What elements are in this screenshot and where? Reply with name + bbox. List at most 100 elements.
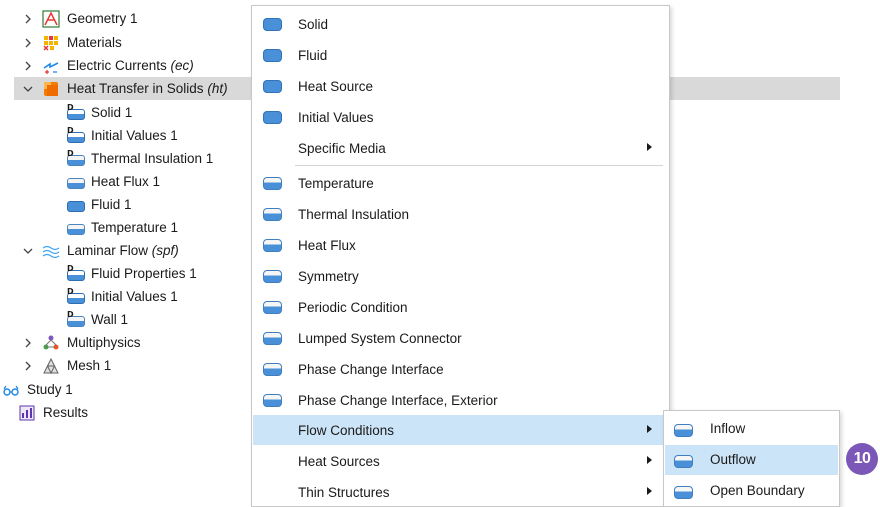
tree-node-results[interactable]: Results — [18, 401, 88, 424]
menu-item-lumped-system-connector[interactable]: Lumped System Connector — [253, 323, 668, 353]
submenu-arrow-icon — [647, 456, 652, 464]
submenu-item-inflow[interactable]: Inflow — [665, 414, 838, 444]
boundary-feature-icon — [263, 361, 283, 377]
menu-item-initial-values[interactable]: Initial Values — [253, 102, 668, 132]
tree-node-label: Fluid Properties 1 — [91, 266, 197, 281]
tree-node-materials[interactable]: Materials — [22, 31, 122, 54]
tree-node-label: Heat Transfer in Solids (ht) — [67, 81, 228, 96]
tree-node-label: Temperature 1 — [91, 220, 179, 235]
tree-node-geometry[interactable]: Geometry 1 — [22, 7, 138, 30]
menu-item-temperature[interactable]: Temperature — [253, 168, 668, 198]
boundary-feature-icon — [263, 392, 283, 408]
tree-node-temperature-1[interactable]: Temperature 1 — [66, 216, 178, 239]
menu-item-label: Specific Media — [298, 140, 386, 156]
boundary-feature-icon — [263, 299, 283, 315]
menu-item-label: Symmetry — [298, 268, 359, 284]
menu-item-heat-sources[interactable]: Heat Sources — [253, 446, 668, 476]
tree-node-label: Thermal Insulation 1 — [91, 151, 214, 166]
menu-item-thin-structures[interactable]: Thin Structures — [253, 477, 668, 507]
laminar-flow-icon — [42, 242, 60, 260]
tree-node-label: Results — [43, 405, 89, 420]
menu-item-phase-change-interface-exterior[interactable]: Phase Change Interface, Exterior — [253, 385, 668, 415]
tree-node-solid-1[interactable]: D Solid 1 — [66, 101, 132, 124]
results-icon — [18, 404, 36, 422]
menu-item-label: Heat Sources — [298, 453, 380, 469]
boundary-default-feature-icon: D — [66, 149, 85, 168]
menu-item-heat-source[interactable]: Heat Source — [253, 71, 668, 101]
menu-item-label: Initial Values — [298, 109, 374, 125]
domain-default-feature-icon: D — [66, 126, 85, 145]
menu-item-label: Inflow — [710, 421, 746, 436]
boundary-feature-icon — [263, 268, 283, 284]
submenu-arrow-icon — [647, 143, 652, 151]
boundary-default-feature-icon: D — [66, 310, 85, 329]
tree-node-label: Multiphysics — [67, 335, 141, 350]
menu-item-label: Flow Conditions — [298, 422, 395, 438]
tree-node-thermal-insulation-1[interactable]: D Thermal Insulation 1 — [66, 147, 213, 170]
chevron-right-icon[interactable] — [22, 37, 34, 49]
menu-item-flow-conditions[interactable]: Flow Conditions — [253, 415, 668, 445]
tree-node-fluid-1[interactable]: Fluid 1 — [66, 193, 132, 216]
materials-icon — [42, 34, 60, 52]
domain-feature-icon — [66, 196, 85, 214]
menu-item-label: Lumped System Connector — [298, 330, 462, 346]
domain-feature-icon — [263, 47, 283, 63]
menu-item-label: Periodic Condition — [298, 299, 408, 315]
menu-item-symmetry[interactable]: Symmetry — [253, 261, 668, 291]
submenu-item-open-boundary[interactable]: Open Boundary — [665, 476, 838, 506]
menu-item-label: Thermal Insulation — [298, 206, 410, 222]
domain-feature-icon — [263, 78, 283, 94]
menu-item-periodic-condition[interactable]: Periodic Condition — [253, 292, 668, 322]
menu-item-thermal-insulation[interactable]: Thermal Insulation — [253, 199, 668, 229]
tree-node-initial-values-1[interactable]: D Initial Values 1 — [66, 124, 178, 147]
tree-node-laminar-flow[interactable]: Laminar Flow (spf) — [22, 239, 179, 262]
chevron-down-icon[interactable] — [22, 245, 34, 257]
menu-item-label: Phase Change Interface — [298, 361, 444, 377]
tree-node-label: Geometry 1 — [67, 11, 138, 26]
menu-item-label: Outflow — [710, 452, 756, 467]
tree-node-multiphysics[interactable]: Multiphysics — [22, 331, 141, 354]
tree-node-label: Materials — [67, 35, 122, 50]
tree-node-label: Mesh 1 — [67, 358, 112, 373]
submenu-arrow-icon — [647, 425, 652, 433]
domain-default-feature-icon: D — [66, 264, 85, 283]
menu-item-label: Thin Structures — [298, 484, 390, 500]
tree-node-wall-1[interactable]: D Wall 1 — [66, 308, 128, 331]
chevron-right-icon[interactable] — [22, 13, 34, 25]
chevron-down-icon[interactable] — [22, 83, 34, 95]
tree-node-electric-currents[interactable]: Electric Currents (ec) — [22, 54, 194, 77]
tree-node-label: Heat Flux 1 — [91, 174, 161, 189]
menu-item-label: Heat Flux — [298, 237, 356, 253]
menu-item-solid[interactable]: Solid — [253, 9, 668, 39]
domain-feature-icon — [263, 16, 283, 32]
tree-node-spf-initial-values-1[interactable]: D Initial Values 1 — [66, 285, 178, 308]
step-number-badge: 10 — [846, 443, 878, 475]
tree-node-label: Electric Currents (ec) — [67, 58, 194, 73]
chevron-right-icon[interactable] — [22, 60, 34, 72]
menu-item-label: Heat Source — [298, 78, 374, 94]
chevron-right-icon[interactable] — [22, 337, 34, 349]
tree-node-label: Study 1 — [27, 382, 73, 397]
tree-node-fluid-properties-1[interactable]: D Fluid Properties 1 — [66, 262, 197, 285]
domain-default-feature-icon: D — [66, 287, 85, 306]
menu-item-heat-flux[interactable]: Heat Flux — [253, 230, 668, 260]
tree-node-study[interactable]: Study 1 — [2, 378, 73, 401]
boundary-feature-icon — [263, 206, 283, 222]
menu-item-specific-media[interactable]: Specific Media — [253, 133, 668, 163]
domain-default-feature-icon: D — [66, 103, 85, 122]
tree-node-mesh[interactable]: Mesh 1 — [22, 354, 111, 377]
submenu-item-outflow[interactable]: Outflow — [665, 445, 838, 475]
boundary-feature-icon — [66, 173, 85, 191]
menu-separator — [295, 165, 663, 166]
chevron-right-icon[interactable] — [22, 360, 34, 372]
boundary-feature-icon — [674, 453, 694, 469]
menu-item-fluid[interactable]: Fluid — [253, 40, 668, 70]
boundary-feature-icon — [674, 422, 694, 438]
tree-node-label: Initial Values 1 — [91, 128, 178, 143]
menu-item-phase-change-interface[interactable]: Phase Change Interface — [253, 354, 668, 384]
multiphysics-icon — [42, 334, 60, 352]
domain-feature-icon — [263, 109, 283, 125]
menu-item-label: Fluid — [298, 47, 328, 63]
tree-node-heat-flux-1[interactable]: Heat Flux 1 — [66, 170, 160, 193]
boundary-feature-icon — [263, 175, 283, 191]
